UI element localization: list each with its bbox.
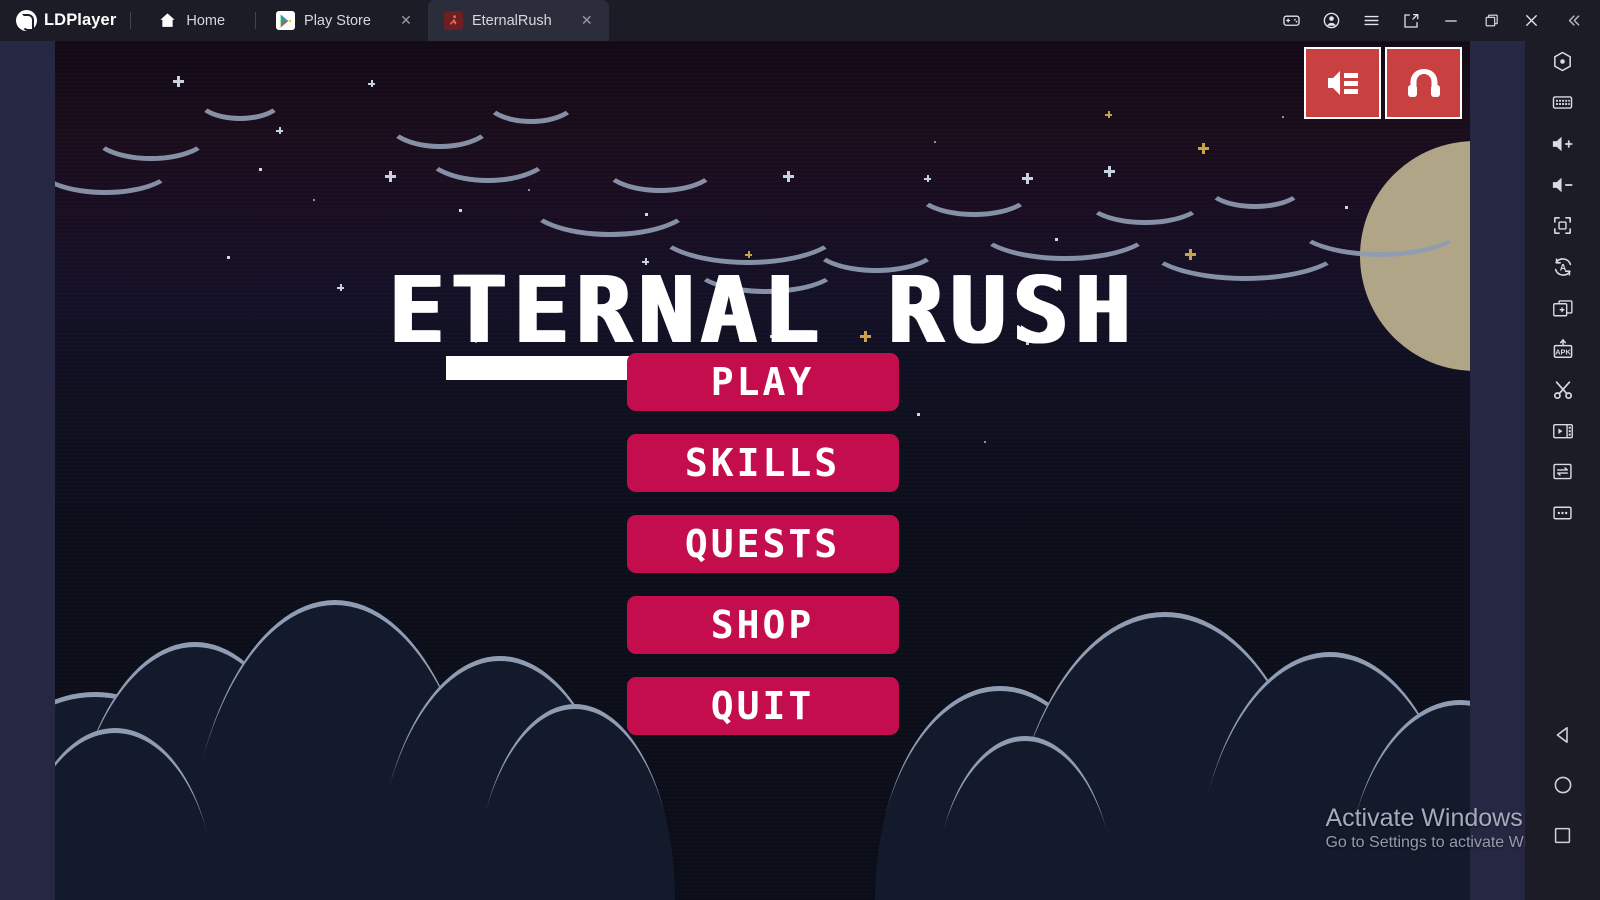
main-menu: PLAY SKILLS QUESTS SHOP QUIT (55, 353, 1470, 735)
tab-play-store-label: Play Store (304, 12, 371, 29)
title-bar: LDPlayer Home Play Store ✕ EternalRush ✕ (0, 0, 1600, 41)
keyboard-icon[interactable] (1525, 82, 1600, 123)
brand-label: LDPlayer (44, 11, 117, 29)
game-title: ETERNAL RUSH (388, 257, 1137, 364)
home-icon (160, 13, 175, 27)
account-icon[interactable] (1312, 0, 1350, 41)
settings-icon[interactable] (1525, 41, 1600, 82)
volume-down-icon[interactable] (1525, 164, 1600, 205)
auto-rotate-icon[interactable]: A (1525, 246, 1600, 287)
maximize-icon[interactable] (1472, 0, 1510, 41)
ldplayer-brand: LDPlayer (0, 0, 130, 41)
menu-icon[interactable] (1352, 0, 1390, 41)
new-window-icon[interactable] (1392, 0, 1430, 41)
quit-button[interactable]: QUIT (626, 677, 899, 735)
headphones-icon (1407, 69, 1440, 97)
tab-eternalrush-close-icon[interactable]: ✕ (577, 11, 597, 31)
more-icon[interactable] (1525, 492, 1600, 533)
brand-divider (130, 12, 132, 29)
eternalrush-app-icon (443, 11, 463, 30)
multi-instance-icon[interactable] (1525, 287, 1600, 328)
svg-text:A: A (1559, 262, 1566, 272)
tab-eternalrush[interactable]: EternalRush ✕ (427, 0, 609, 41)
close-icon[interactable] (1512, 0, 1550, 41)
game-hud (1304, 47, 1462, 119)
svg-text:APK: APK (1555, 347, 1571, 356)
tab-home-label: Home (186, 12, 226, 29)
ldplayer-window: LDPlayer Home Play Store ✕ EternalRush ✕… (0, 0, 1600, 900)
music-button[interactable] (1385, 47, 1462, 119)
play-button[interactable]: PLAY (626, 353, 899, 411)
play-store-icon (276, 11, 296, 30)
emulator-body: ETERNAL RUSH PLAY SKILLS QUESTS SHOP QUI… (0, 41, 1600, 900)
window-controls (1272, 0, 1600, 41)
volume-up-icon[interactable] (1525, 123, 1600, 164)
game-viewport[interactable]: ETERNAL RUSH PLAY SKILLS QUESTS SHOP QUI… (55, 41, 1470, 900)
android-nav-bar (1525, 710, 1600, 900)
ldplayer-logo-icon (16, 10, 37, 31)
android-back-icon[interactable] (1525, 710, 1600, 760)
letterbox-right (1470, 41, 1525, 900)
android-recents-icon[interactable] (1525, 810, 1600, 860)
shop-button[interactable]: SHOP (626, 596, 899, 654)
minimize-icon[interactable] (1432, 0, 1470, 41)
screen-record-icon[interactable] (1525, 410, 1600, 451)
tab-divider (255, 12, 257, 29)
quests-button[interactable]: QUESTS (626, 515, 899, 573)
apk-install-icon[interactable]: APK (1525, 328, 1600, 369)
scissors-icon[interactable] (1525, 369, 1600, 410)
file-transfer-icon[interactable] (1525, 451, 1600, 492)
tab-home[interactable]: Home (132, 0, 255, 41)
sound-icon (1327, 71, 1358, 95)
tab-play-store[interactable]: Play Store ✕ (260, 0, 428, 41)
emulator-sidebar: A APK (1525, 41, 1600, 900)
tab-strip: Home Play Store ✕ EternalRush ✕ (132, 0, 609, 41)
fullscreen-icon[interactable] (1525, 205, 1600, 246)
gamepad-icon[interactable] (1272, 0, 1310, 41)
letterbox-left (0, 41, 55, 900)
sound-button[interactable] (1304, 47, 1381, 119)
tab-eternalrush-label: EternalRush (471, 12, 552, 29)
collapse-icon[interactable] (1552, 0, 1594, 41)
skills-button[interactable]: SKILLS (626, 434, 899, 492)
tab-play-store-close-icon[interactable]: ✕ (396, 11, 416, 31)
android-home-icon[interactable] (1525, 760, 1600, 810)
